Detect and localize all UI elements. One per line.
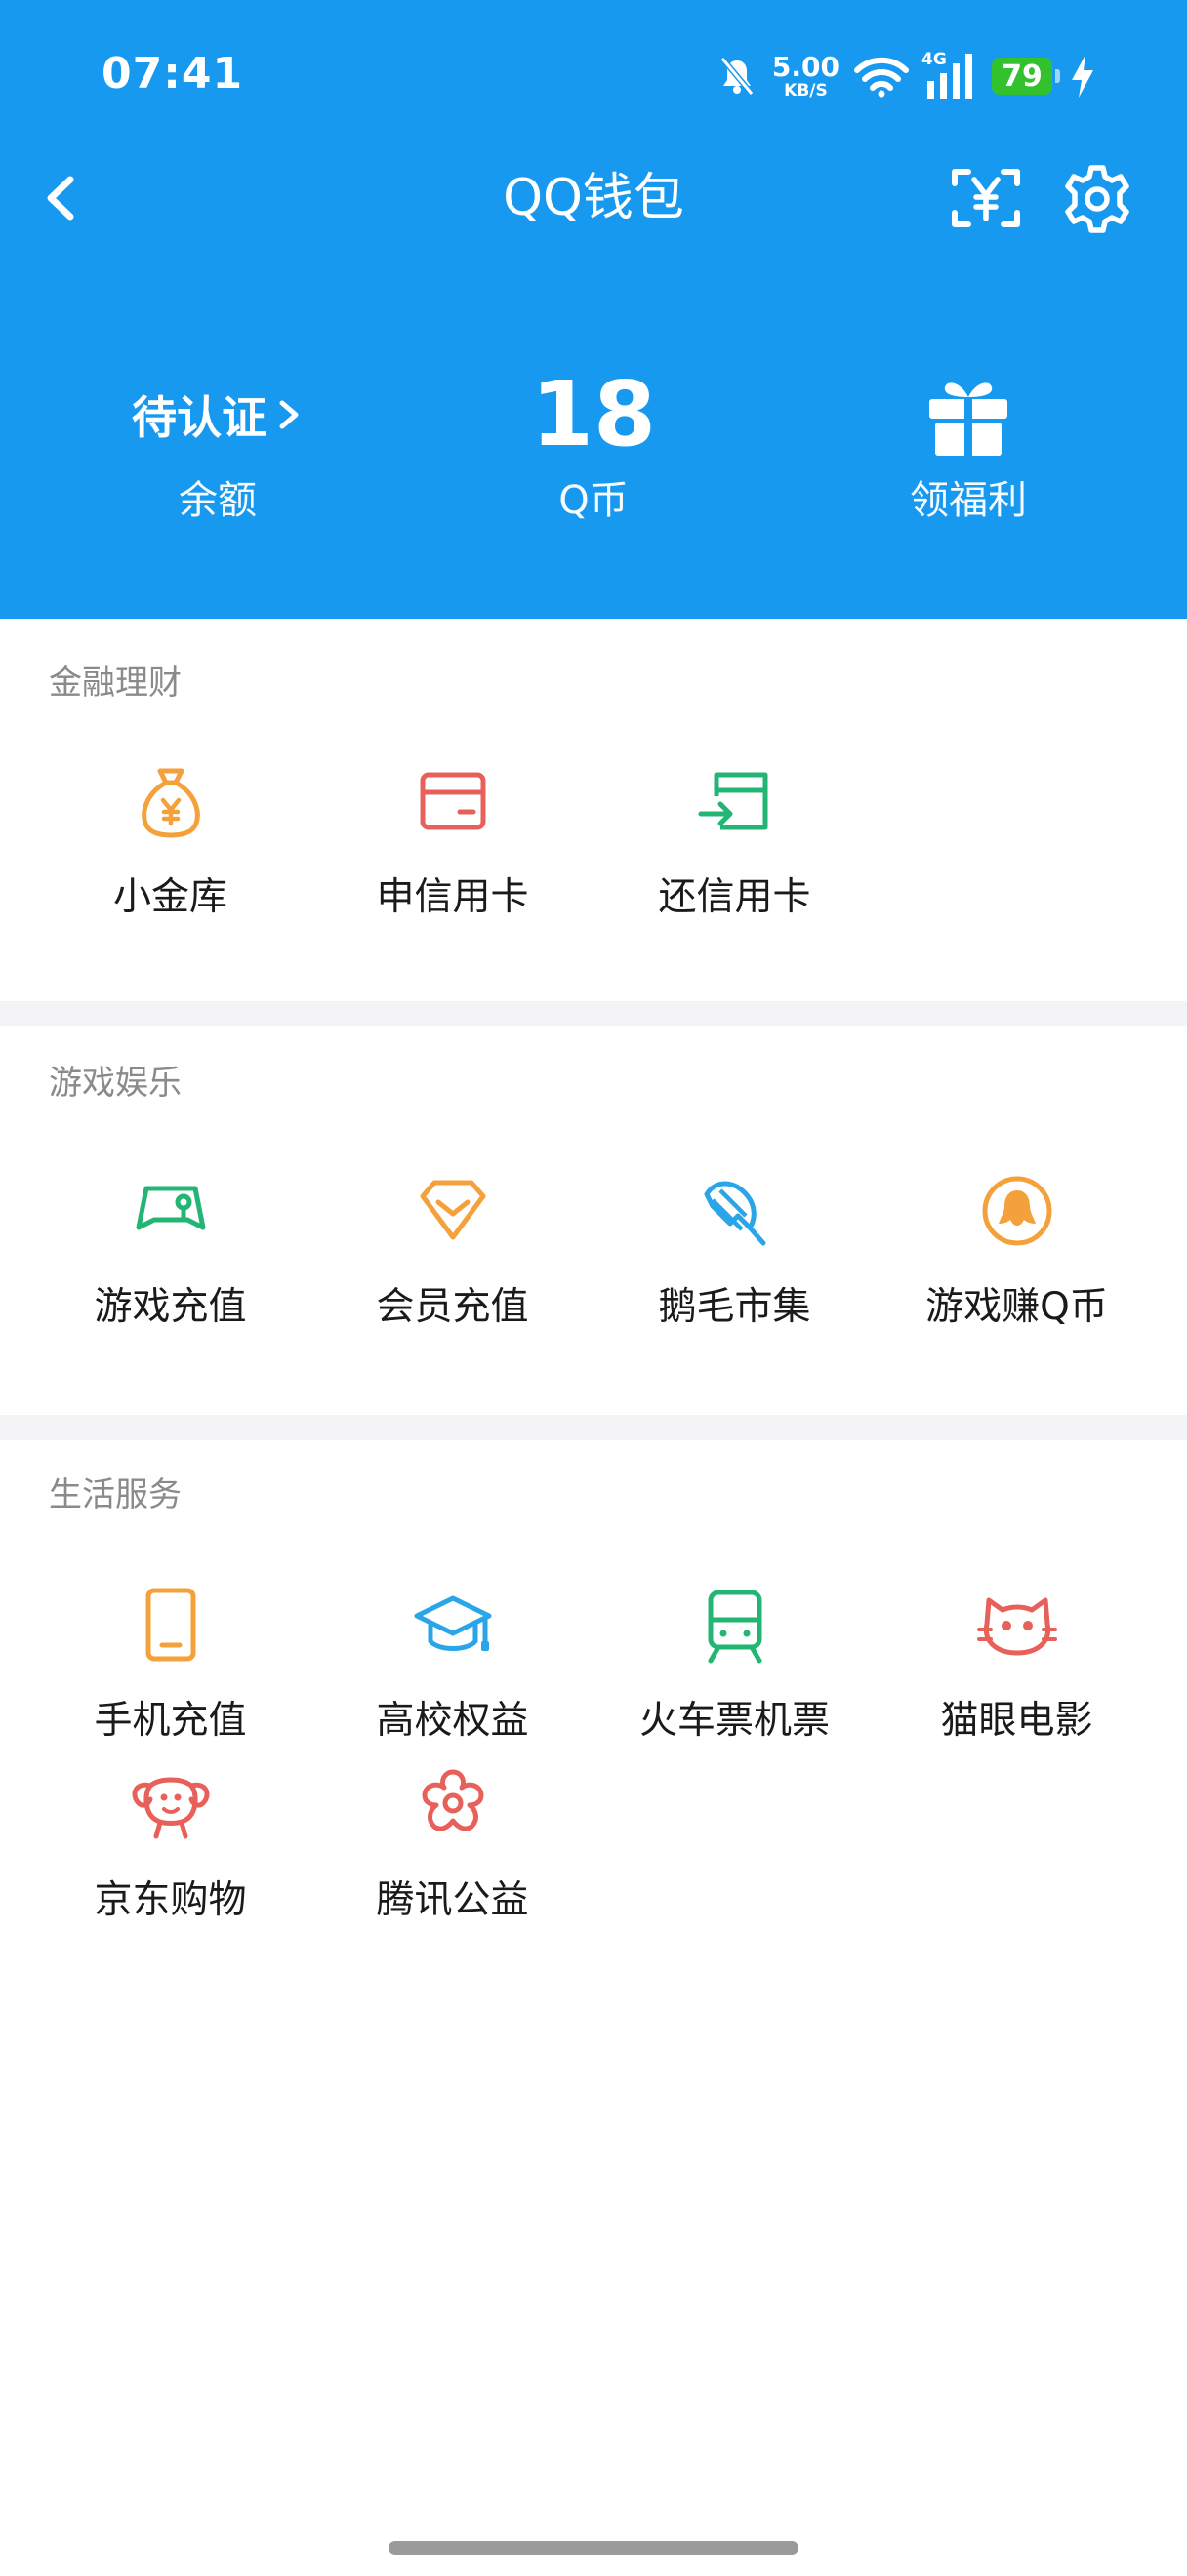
chevron-right-icon — [279, 400, 299, 429]
tile-label: 手机充值 — [94, 1699, 247, 1743]
tile-label: 小金库 — [112, 875, 227, 919]
balance-status: 待认证 — [132, 382, 304, 447]
tile-label: 高校权益 — [376, 1699, 529, 1743]
gear-icon — [1065, 165, 1129, 233]
tile-train-flight-tickets[interactable]: 火车票机票 — [594, 1581, 876, 1776]
section-title-entertainment: 游戏娱乐 — [49, 1064, 182, 1103]
qcoin-value: 18 — [530, 362, 657, 466]
diamond-icon — [420, 1180, 486, 1240]
qcoin-stat[interactable]: 18 Q币 — [398, 361, 789, 525]
status-time: 07:41 — [102, 49, 244, 99]
network-speed-value: 5.00 — [771, 50, 839, 83]
section-title-finance: 金融理财 — [49, 664, 182, 703]
signal-icon: 4G — [921, 50, 978, 101]
settings-button[interactable] — [1060, 162, 1134, 236]
network-speed: 5.00 KB/S — [771, 50, 839, 101]
tile-label: 申信用卡 — [376, 875, 529, 919]
section-divider — [0, 1415, 1187, 1440]
section-title-life: 生活服务 — [49, 1475, 182, 1514]
penguin-icon — [982, 1176, 1052, 1246]
charging-bolt-icon — [1072, 55, 1093, 98]
tile-apply-credit-card[interactable]: 申信用卡 — [311, 757, 594, 952]
mute-bell-icon — [719, 57, 755, 96]
credit-card-icon — [420, 772, 486, 830]
tile-tencent-charity[interactable]: 腾讯公益 — [311, 1760, 594, 1955]
network-speed-unit: KB/S — [784, 80, 828, 101]
home-indicator[interactable] — [389, 2541, 798, 2555]
graduation-cap-icon — [414, 1595, 492, 1651]
feather-icon — [704, 1181, 766, 1246]
status-bar: 07:41 5.00 KB/S 4G 79 — [0, 0, 1187, 146]
phone-icon — [145, 1588, 196, 1662]
tile-maoyan-movies[interactable]: 猫眼电影 — [876, 1581, 1158, 1776]
card-repay-icon — [698, 772, 768, 830]
tile-game-topup[interactable]: 游戏充值 — [29, 1167, 311, 1362]
tile-repay-credit-card[interactable]: 还信用卡 — [594, 757, 876, 952]
status-icons: 5.00 KB/S 4G 79 — [717, 47, 1097, 105]
wifi-icon — [854, 57, 909, 98]
content-sheet: 金融理财 小金库 申信用卡 还信用卡 游戏娱乐 游戏充值 会员充值 鹅毛市集 游… — [0, 619, 1187, 2576]
qcoin-label: Q币 — [558, 478, 629, 523]
tile-label: 鹅毛市集 — [658, 1285, 811, 1329]
cat-icon — [977, 1597, 1057, 1656]
tile-jd-shopping[interactable]: 京东购物 — [29, 1760, 311, 1955]
tile-vip-topup[interactable]: 会员充值 — [311, 1167, 594, 1362]
tile-label: 游戏充值 — [94, 1285, 247, 1329]
tile-label: 还信用卡 — [658, 875, 811, 919]
train-icon — [708, 1590, 762, 1664]
section-divider — [0, 1001, 1187, 1026]
tile-label: 腾讯公益 — [376, 1878, 529, 1922]
money-bag-icon — [142, 768, 200, 838]
tile-label: 京东购物 — [94, 1878, 247, 1922]
entertainment-section: 游戏娱乐 游戏充值 会员充值 鹅毛市集 游戏赚Q币 — [0, 1026, 1187, 1415]
tile-savings[interactable]: 小金库 — [29, 757, 311, 952]
balance-status-text: 待认证 — [132, 391, 266, 444]
benefits-stat[interactable]: 领福利 — [773, 361, 1164, 525]
gamepad-icon — [136, 1186, 206, 1230]
scan-yuan-icon — [952, 169, 1020, 227]
battery-indicator: 79 — [992, 58, 1060, 95]
finance-section: 金融理财 小金库 申信用卡 还信用卡 — [0, 619, 1187, 1001]
benefits-label: 领福利 — [910, 478, 1027, 523]
tile-phone-topup[interactable]: 手机充值 — [29, 1581, 311, 1776]
tile-label: 火车票机票 — [638, 1699, 830, 1743]
scan-pay-button[interactable] — [949, 164, 1023, 232]
tile-campus-benefits[interactable]: 高校权益 — [311, 1581, 594, 1776]
gift-icon — [929, 382, 1007, 456]
balance-stat[interactable]: 待认证 余额 — [22, 361, 413, 525]
tile-label: 会员充值 — [376, 1285, 529, 1329]
tile-earn-qcoins[interactable]: 游戏赚Q币 — [876, 1167, 1158, 1362]
flower-icon — [422, 1769, 484, 1831]
balance-label: 余额 — [179, 478, 257, 523]
tile-label: 猫眼电影 — [940, 1699, 1093, 1743]
tile-label: 游戏赚Q币 — [925, 1285, 1108, 1329]
dog-icon — [132, 1777, 210, 1839]
tile-goose-market[interactable]: 鹅毛市集 — [594, 1167, 876, 1362]
life-section: 生活服务 手机充值 高校权益 火车票机票 猫眼电影 京东购物 腾讯公益 — [0, 1440, 1187, 2045]
